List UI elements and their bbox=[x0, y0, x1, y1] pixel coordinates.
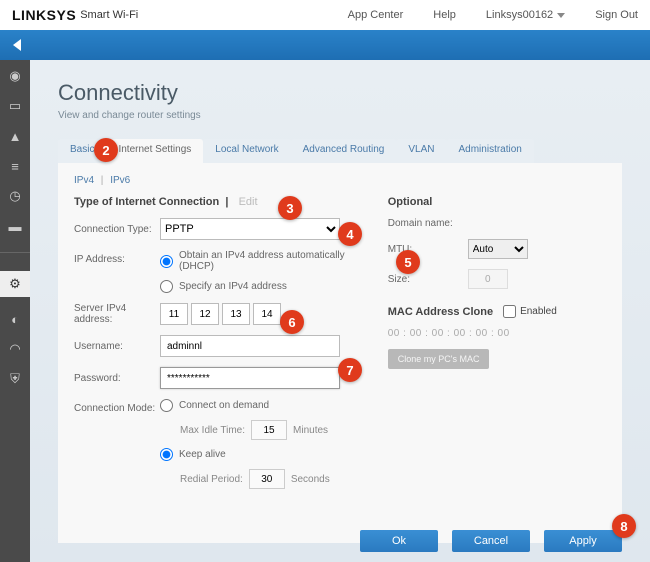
server-ip-inputs bbox=[160, 303, 281, 325]
sidebar-shield-icon[interactable]: ⛨ bbox=[7, 371, 23, 387]
max-idle-input[interactable] bbox=[251, 420, 287, 440]
radio-specify[interactable]: Specify an IPv4 address bbox=[160, 280, 358, 293]
sidebar-settings-icon[interactable]: ⚙ bbox=[0, 271, 30, 297]
sidebar-camera-icon[interactable]: ◐ bbox=[7, 311, 23, 327]
back-button[interactable] bbox=[0, 30, 34, 60]
blue-bar bbox=[0, 30, 650, 60]
brand-logo: LINKSYS bbox=[12, 7, 76, 23]
mtu-select[interactable]: Auto bbox=[468, 239, 528, 259]
password-input[interactable] bbox=[160, 367, 340, 389]
callout-8: 8 bbox=[612, 514, 636, 538]
label-domain: Domain name: bbox=[388, 218, 468, 229]
size-input bbox=[468, 269, 508, 289]
content: Connectivity View and change router sett… bbox=[30, 60, 650, 562]
callout-7: 7 bbox=[338, 358, 362, 382]
label-connection-type: Connection Type: bbox=[74, 224, 160, 235]
edit-link[interactable]: Edit bbox=[239, 196, 258, 208]
label-ip-address: IP Address: bbox=[74, 250, 160, 265]
label-connection-mode: Connection Mode: bbox=[74, 399, 160, 414]
label-password: Password: bbox=[74, 373, 160, 384]
redial-input[interactable] bbox=[249, 469, 285, 489]
cancel-button[interactable]: Cancel bbox=[452, 530, 530, 552]
callout-3: 3 bbox=[278, 196, 302, 220]
callout-6: 6 bbox=[280, 310, 304, 334]
radio-on-demand[interactable]: Connect on demand bbox=[160, 399, 330, 412]
callout-2: 2 bbox=[94, 138, 118, 162]
callout-4: 4 bbox=[338, 222, 362, 246]
sidebar-list-icon[interactable]: ≡ bbox=[7, 158, 23, 174]
chevron-down-icon bbox=[557, 13, 565, 18]
clone-mac-button[interactable]: Clone my PC's MAC bbox=[388, 349, 490, 369]
label-username: Username: bbox=[74, 341, 160, 352]
footer-buttons: Ok Cancel Apply bbox=[360, 530, 622, 552]
server-ip-1[interactable] bbox=[160, 303, 188, 325]
mac-enabled-checkbox[interactable]: Enabled bbox=[503, 305, 557, 318]
label-size: Size: bbox=[388, 274, 468, 285]
section-title-optional: Optional bbox=[388, 196, 606, 208]
page-title: Connectivity bbox=[58, 80, 622, 106]
tab-internet-settings[interactable]: Internet Settings bbox=[106, 139, 203, 163]
ok-button[interactable]: Ok bbox=[360, 530, 438, 552]
sidebar: ◉ ▭ ▲ ≡ ◷ ▬ ⚙ ◐ ◠ ⛨ bbox=[0, 60, 30, 562]
tab-advanced-routing[interactable]: Advanced Routing bbox=[291, 139, 397, 163]
sidebar-globe-icon[interactable]: ◉ bbox=[7, 68, 23, 84]
link-help[interactable]: Help bbox=[433, 9, 456, 21]
tab-vlan[interactable]: VLAN bbox=[396, 139, 446, 163]
label-server-ip: Server IPv4 address: bbox=[74, 303, 160, 325]
section-title-main: Type of Internet Connection | Edit bbox=[74, 196, 358, 208]
connection-type-select[interactable]: PPTP bbox=[160, 218, 340, 240]
label-redial: Redial Period: bbox=[180, 474, 243, 485]
server-ip-4[interactable] bbox=[253, 303, 281, 325]
apply-button[interactable]: Apply bbox=[544, 530, 622, 552]
mac-clone-title: MAC Address Clone bbox=[388, 306, 493, 318]
header: LINKSYS Smart Wi-Fi App Center Help Link… bbox=[0, 0, 650, 30]
callout-5: 5 bbox=[396, 250, 420, 274]
sidebar-clock-icon[interactable]: ◷ bbox=[7, 188, 23, 204]
ipv6-link[interactable]: IPv6 bbox=[110, 175, 130, 186]
tabs: Basic Internet Settings Local Network Ad… bbox=[58, 139, 622, 163]
label-max-idle: Max Idle Time: bbox=[180, 425, 245, 436]
device-dropdown[interactable]: Linksys00162 bbox=[486, 9, 565, 21]
page-subtitle: View and change router settings bbox=[58, 110, 622, 121]
tab-administration[interactable]: Administration bbox=[447, 139, 534, 163]
settings-panel: IPv4 | IPv6 Type of Internet Connection … bbox=[58, 163, 622, 543]
ipv-switch: IPv4 | IPv6 bbox=[74, 175, 606, 186]
radio-keep-alive[interactable]: Keep alive bbox=[160, 448, 330, 461]
sidebar-device-icon[interactable]: ▭ bbox=[7, 98, 23, 114]
radio-dhcp[interactable]: Obtain an IPv4 address automatically (DH… bbox=[160, 250, 358, 272]
sidebar-card-icon[interactable]: ▬ bbox=[7, 218, 23, 234]
server-ip-2[interactable] bbox=[191, 303, 219, 325]
tab-local-network[interactable]: Local Network bbox=[203, 139, 290, 163]
chevron-left-icon bbox=[13, 39, 21, 51]
username-input[interactable] bbox=[160, 335, 340, 357]
brand-sub: Smart Wi-Fi bbox=[80, 9, 138, 21]
header-links: App Center Help Linksys00162 Sign Out bbox=[348, 9, 638, 21]
sidebar-alert-icon[interactable]: ▲ bbox=[7, 128, 23, 144]
server-ip-3[interactable] bbox=[222, 303, 250, 325]
sidebar-wifi-icon[interactable]: ◠ bbox=[7, 341, 23, 357]
link-signout[interactable]: Sign Out bbox=[595, 9, 638, 21]
mac-address: 00 : 00 : 00 : 00 : 00 : 00 bbox=[388, 328, 606, 339]
ipv4-link[interactable]: IPv4 bbox=[74, 175, 94, 186]
link-app-center[interactable]: App Center bbox=[348, 9, 404, 21]
